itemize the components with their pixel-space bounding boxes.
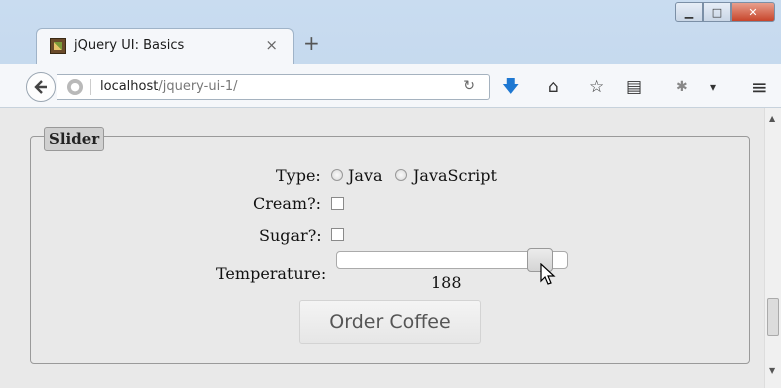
minimize-button[interactable]: ▁ bbox=[675, 2, 703, 22]
cream-label: Cream?: bbox=[253, 194, 322, 213]
cream-checkbox[interactable] bbox=[331, 197, 344, 210]
hamburger-menu-icon[interactable]: ≡ bbox=[751, 77, 768, 97]
home-icon[interactable]: ⌂ bbox=[548, 79, 559, 96]
vertical-scrollbar[interactable]: ▲ ▼ bbox=[764, 108, 781, 388]
scroll-up-icon[interactable]: ▲ bbox=[769, 114, 775, 123]
fieldset-legend: Slider bbox=[44, 127, 105, 151]
temperature-value: 188 bbox=[431, 273, 462, 292]
navigation-toolbar: ● localhost/jquery-ui-1/ ↻ 🡇 ⌂ ☆ ▤ ✱ ▾ ≡ bbox=[0, 64, 781, 108]
dropdown-icon[interactable]: ▾ bbox=[710, 79, 716, 96]
download-icon[interactable]: 🡇 bbox=[502, 79, 519, 96]
scroll-down-icon[interactable]: ▼ bbox=[769, 366, 775, 375]
radio-java-label[interactable]: Java bbox=[348, 166, 383, 185]
browser-window: ▁ □ ✕ jQuery UI: Basics × + ● localhost/… bbox=[0, 0, 781, 388]
reading-list-icon[interactable]: ▤ bbox=[626, 79, 642, 96]
tab-favicon-icon bbox=[50, 38, 66, 54]
addon-icon[interactable]: ✱ bbox=[676, 79, 688, 96]
maximize-button[interactable]: □ bbox=[703, 2, 731, 22]
url-text[interactable]: localhost/jquery-ui-1/ bbox=[100, 79, 238, 94]
reload-icon[interactable]: ↻ bbox=[463, 78, 475, 94]
scrollbar-thumb[interactable] bbox=[767, 298, 779, 336]
url-bar[interactable]: ● localhost/jquery-ui-1/ ↻ bbox=[57, 74, 490, 100]
tab-title: jQuery UI: Basics bbox=[74, 38, 185, 53]
globe-icon: ● bbox=[67, 79, 83, 95]
window-controls: ▁ □ ✕ bbox=[675, 2, 775, 24]
tab-close-icon[interactable]: × bbox=[265, 36, 278, 54]
sugar-label: Sugar?: bbox=[259, 226, 322, 245]
browser-tab[interactable]: jQuery UI: Basics × bbox=[36, 28, 294, 64]
url-host: localhost bbox=[100, 79, 159, 94]
order-coffee-button[interactable]: Order Coffee bbox=[299, 300, 481, 344]
close-window-button[interactable]: ✕ bbox=[731, 2, 775, 22]
temperature-label: Temperature: bbox=[216, 264, 327, 283]
page-content bbox=[0, 108, 764, 388]
bookmark-star-icon[interactable]: ☆ bbox=[589, 79, 604, 96]
type-label: Type: bbox=[276, 166, 321, 185]
radio-javascript[interactable] bbox=[395, 169, 407, 181]
mouse-cursor-icon bbox=[540, 263, 556, 285]
back-arrow-icon[interactable] bbox=[26, 72, 56, 102]
url-path: /jquery-ui-1/ bbox=[158, 79, 238, 94]
sugar-checkbox[interactable] bbox=[331, 228, 344, 241]
radio-java[interactable] bbox=[331, 169, 343, 181]
new-tab-icon[interactable]: + bbox=[303, 33, 320, 53]
url-separator bbox=[90, 79, 91, 95]
radio-javascript-label[interactable]: JavaScript bbox=[413, 166, 497, 185]
